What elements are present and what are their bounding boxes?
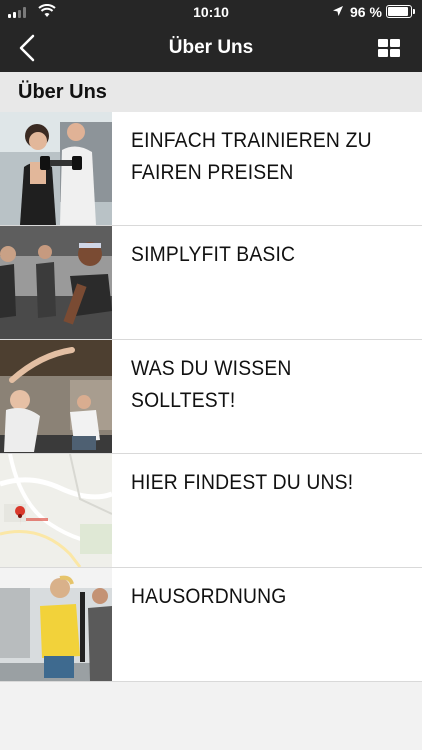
- top-bar: 10:10 96 % Über Uns: [0, 0, 422, 72]
- section-header: Über Uns: [0, 72, 422, 112]
- status-bar: 10:10 96 %: [0, 0, 422, 24]
- map-photo: [0, 454, 112, 567]
- stretching-photo: [0, 340, 112, 453]
- list-item[interactable]: SIMPLYFIT BASIC: [0, 226, 422, 340]
- list-item[interactable]: EINFACH TRAINIEREN ZU FAIREN PREISEN: [0, 112, 422, 226]
- navigation-bar: Über Uns: [0, 24, 422, 72]
- content-list: EINFACH TRAINIEREN ZU FAIREN PREISEN SIM…: [0, 112, 422, 682]
- item-label: EINFACH TRAINIEREN ZU FAIREN PREISEN: [131, 129, 372, 184]
- item-label: SIMPLYFIT BASIC: [131, 243, 296, 266]
- list-item[interactable]: HAUSORDNUNG: [0, 568, 422, 682]
- location-arrow-icon: [333, 6, 343, 16]
- section-title: Über Uns: [18, 81, 107, 103]
- cable-workout-photo: [0, 568, 112, 681]
- item-label: WAS DU WISSEN SOLLTEST!: [131, 357, 292, 412]
- grid-icon[interactable]: [378, 39, 400, 57]
- treadmill-runners-photo: [0, 226, 112, 339]
- list-item[interactable]: HIER FINDEST DU UNS!: [0, 454, 422, 568]
- item-label: HAUSORDNUNG: [131, 585, 287, 608]
- item-label: HIER FINDEST DU UNS!: [131, 471, 354, 494]
- page-title: Über Uns: [168, 37, 254, 58]
- list-item[interactable]: WAS DU WISSEN SOLLTEST!: [0, 340, 422, 454]
- battery-percent: 96 %: [350, 4, 382, 20]
- gym-trainer-photo: [0, 112, 112, 225]
- battery-icon: [386, 5, 415, 18]
